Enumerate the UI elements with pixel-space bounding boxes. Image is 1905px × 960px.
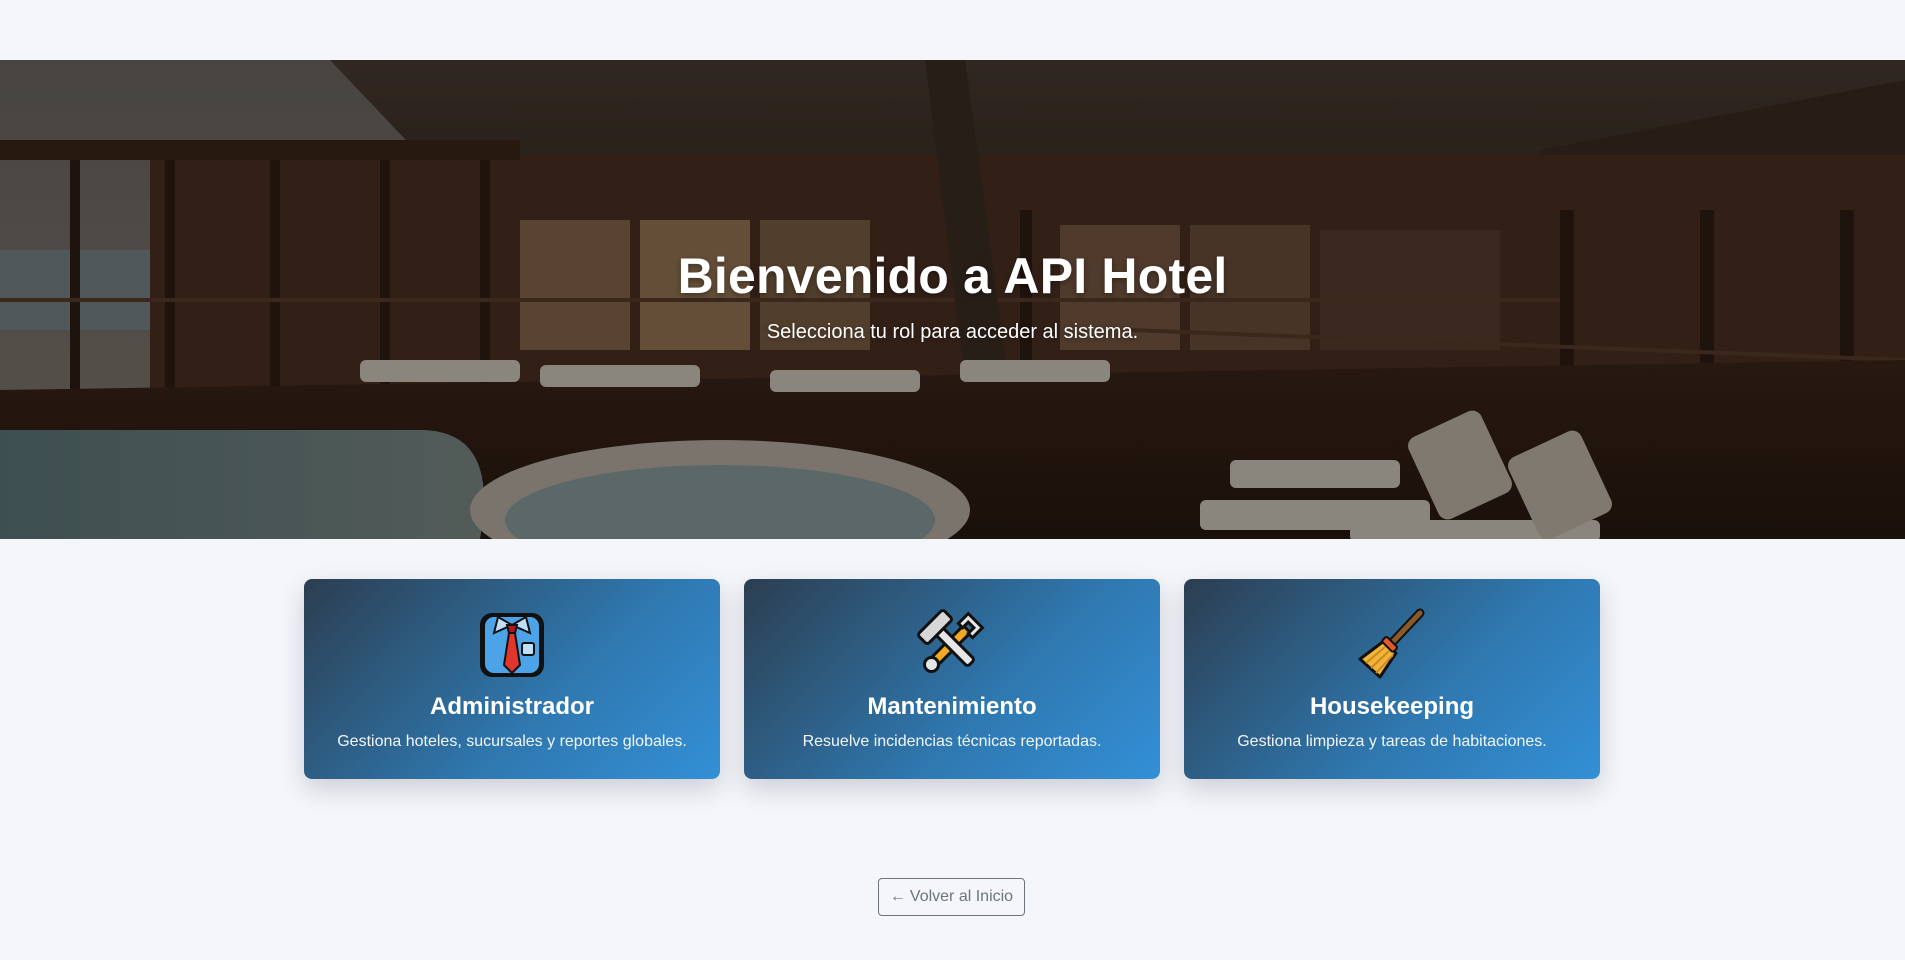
arrow-left-icon: ← [889,888,906,905]
back-button-label: Volver al Inicio [909,888,1014,905]
role-description: Gestiona hoteles, sucursales y reportes … [337,732,687,750]
back-to-home-button[interactable]: ← Volver al Inicio [878,878,1025,916]
role-card-administrador[interactable]: Administrador Gestiona hoteles, sucursal… [304,579,720,779]
role-title: Administrador [429,693,594,720]
page: Bienvenido a API Hotel Selecciona tu rol… [0,0,1905,960]
role-description: Gestiona limpieza y tareas de habitacion… [1237,732,1547,750]
page-title: Bienvenido a API Hotel [677,248,1228,304]
hero-content: Bienvenido a API Hotel Selecciona tu rol… [0,246,1905,344]
role-cards: Administrador Gestiona hoteles, sucursal… [304,579,1600,779]
role-title: Mantenimiento [867,693,1037,720]
role-card-housekeeping[interactable]: Housekeeping Gestiona limpieza y tareas … [1184,579,1600,779]
page-subtitle: Selecciona tu rol para acceder al sistem… [766,321,1139,343]
role-card-mantenimiento[interactable]: Mantenimiento Resuelve incidencias técni… [744,579,1160,779]
broom-icon [1354,607,1430,681]
hero-banner: Bienvenido a API Hotel Selecciona tu rol… [0,60,1905,539]
role-description: Resuelve incidencias técnicas reportadas… [802,732,1102,750]
role-title: Housekeeping [1309,693,1475,720]
hammer-and-wrench-icon [914,607,990,681]
necktie-shirt-icon [474,607,550,681]
